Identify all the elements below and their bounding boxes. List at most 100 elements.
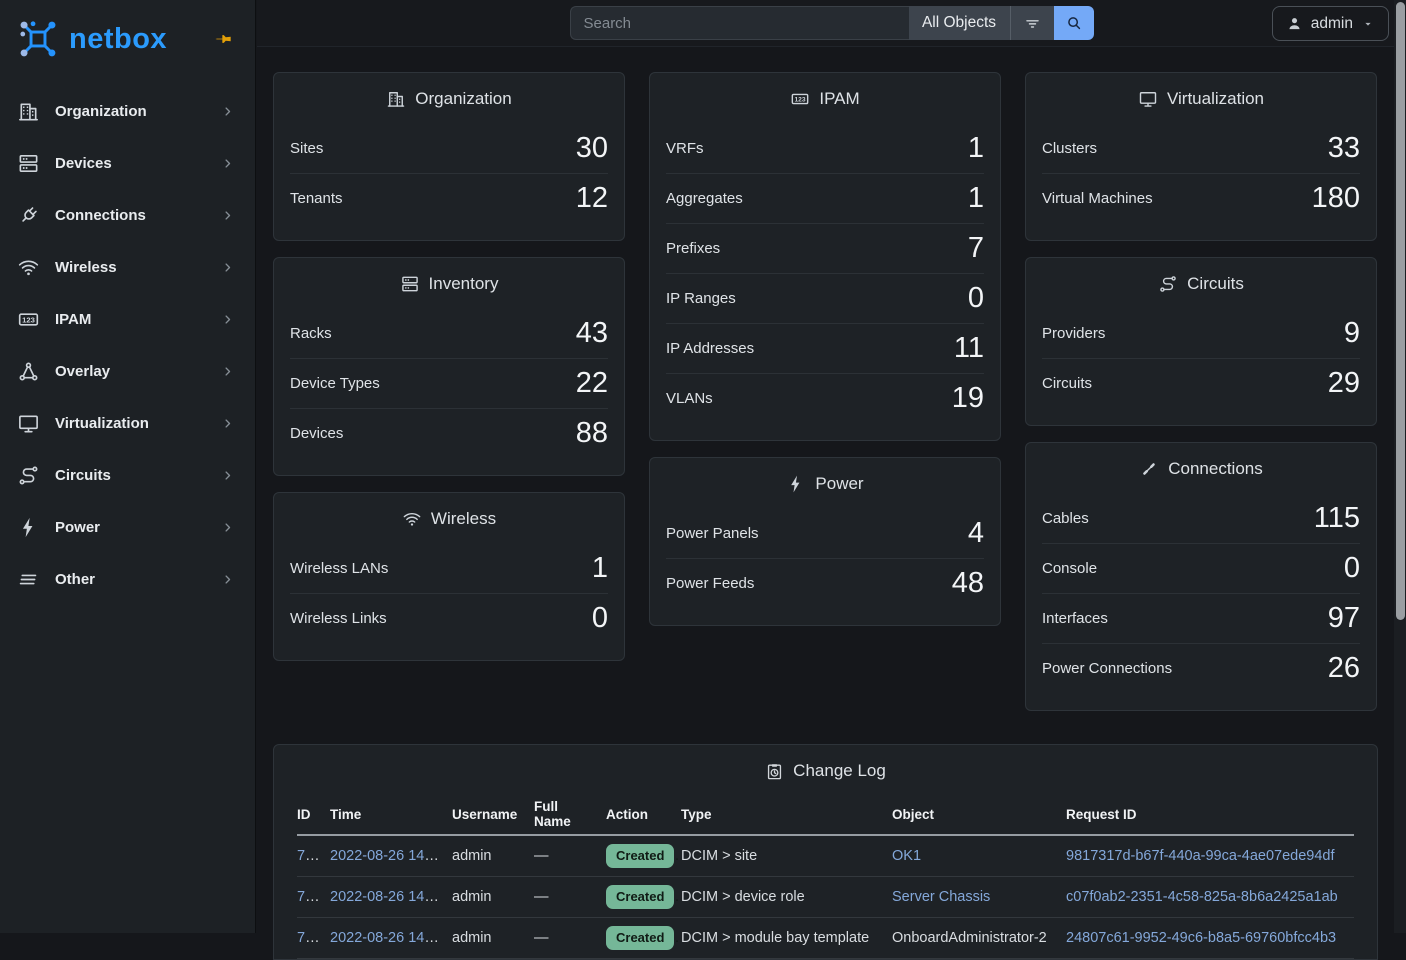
stat-value-link[interactable]: 30 [576,132,608,165]
bolt-icon [17,516,40,539]
scrollbar-track[interactable] [1394,0,1406,933]
card-title: Wireless [274,493,624,544]
filter-icon [1023,14,1042,33]
changelog-object-link[interactable]: OK1 [892,848,921,864]
table-cell: admin [452,835,534,877]
changelog-time-link[interactable]: 2022-08-26 14:22 [330,848,445,864]
stat-row-power-connections: Power Connections26 [1042,643,1360,693]
sidebar-item-virtualization[interactable]: Virtualization [0,397,255,449]
sidebar-item-organization[interactable]: Organization [0,85,255,137]
stat-label: Power Panels [666,525,759,542]
changelog-row: 7532022-08-26 14:15admin—CreatedDCIM > m… [297,918,1354,959]
stat-value-link[interactable]: 180 [1312,182,1360,215]
stat-value-link[interactable]: 7 [968,232,984,265]
stat-value-link[interactable]: 0 [1344,552,1360,585]
stat-value-link[interactable]: 0 [968,282,984,315]
stat-label: Cables [1042,510,1089,527]
stat-value-link[interactable]: 11 [954,332,984,365]
sidebar-nav: Organization DevicesConnectionsWireless12… [0,75,255,605]
table-cell: 753 [297,918,330,959]
caret-down-icon [1361,17,1375,31]
stat-value-link[interactable]: 12 [576,182,608,215]
sidebar-item-devices[interactable]: Devices [0,137,255,189]
table-cell: 2022-08-26 14:22 [330,835,452,877]
stat-value-link[interactable]: 4 [968,517,984,550]
changelog-id-link[interactable]: 754 [297,889,321,905]
changelog-id-link[interactable]: 755 [297,848,321,864]
dashboard-column: VirtualizationClusters33Virtual Machines… [1025,72,1377,711]
cable-icon [1139,459,1159,479]
changelog-object-link[interactable]: Server Chassis [892,889,990,905]
sidebar-item-overlay[interactable]: Overlay [0,345,255,397]
card-inventory: InventoryRacks43Device Types22Devices88 [273,257,625,476]
stat-value-link[interactable]: 26 [1328,652,1360,685]
table-cell: admin [452,918,534,959]
table-cell: OnboardAdministrator-2 [892,918,1066,959]
stat-row-racks: Racks43 [290,309,608,358]
changelog-request-link[interactable]: c07f0ab2-2351-4c58-825a-8b6a2425a1ab [1066,889,1338,905]
stat-value-link[interactable]: 33 [1328,132,1360,165]
table-cell: Created [606,918,681,959]
sidebar-item-connections[interactable]: Connections [0,189,255,241]
sidebar-item-label: Virtualization [55,415,149,432]
card-body: Racks43Device Types22Devices88 [274,309,624,475]
netbox-logo[interactable]: netbox [0,0,255,75]
stat-value-link[interactable]: 1 [592,552,608,585]
building-icon [386,89,406,109]
scrollbar-thumb[interactable] [1396,2,1405,620]
stat-value-link[interactable]: 1 [968,182,984,215]
stat-value-link[interactable]: 19 [952,382,984,415]
stat-value-link[interactable]: 29 [1328,367,1360,400]
card-title-text: Connections [1168,456,1263,482]
sidebar-item-label: Overlay [55,363,110,380]
search-input[interactable] [570,6,909,40]
sidebar-item-other[interactable]: Other [0,553,255,605]
stat-row-wireless-lans: Wireless LANs1 [290,544,608,593]
pin-icon[interactable] [213,29,233,49]
stat-value-link[interactable]: 48 [952,567,984,600]
user-menu-button[interactable]: admin [1272,6,1389,41]
sidebar-item-ipam[interactable]: 123IPAM [0,293,255,345]
wifi-icon [17,256,40,279]
changelog-row: 7542022-08-26 14:17admin—CreatedDCIM > d… [297,877,1354,918]
lines-icon [17,568,40,591]
sidebar-item-label: Organization [55,103,147,120]
sidebar-item-wireless[interactable]: Wireless [0,241,255,293]
stat-value-link[interactable]: 115 [1314,502,1360,535]
stat-value-link[interactable]: 88 [576,417,608,450]
stat-value-link[interactable]: 97 [1328,602,1360,635]
stat-value-link[interactable]: 9 [1344,317,1360,350]
card-wireless: WirelessWireless LANs1Wireless Links0 [273,492,625,661]
sidebar-item-label: Other [55,571,95,588]
building-icon [17,100,40,123]
changelog-request-link[interactable]: 24807c61-9952-49c6-b8a5-69760bfcc4b3 [1066,930,1336,946]
column-header-object: Object [892,796,1066,835]
column-header-id: ID [297,796,330,835]
column-header-time: Time [330,796,452,835]
stat-label: IP Addresses [666,340,754,357]
card-organization: OrganizationSites30Tenants12 [273,72,625,241]
stat-value-link[interactable]: 43 [576,317,608,350]
changelog-id-link[interactable]: 753 [297,930,321,946]
changelog-time-link[interactable]: 2022-08-26 14:17 [330,889,445,905]
changelog-time-link[interactable]: 2022-08-26 14:15 [330,930,445,946]
sidebar-item-circuits[interactable]: Circuits [0,449,255,501]
changelog-request-link[interactable]: 9817317d-b67f-440a-99ca-4ae07ede94df [1066,848,1334,864]
stat-row-ip-addresses: IP Addresses 11 [666,323,984,373]
chevron-right-icon [220,416,235,431]
card-power: PowerPower Panels4Power Feeds48 [649,457,1001,626]
search-scope-button[interactable]: All Objects [909,6,1010,40]
card-title-text: Circuits [1187,271,1244,297]
stat-value-link[interactable]: 0 [592,602,608,635]
stat-row-clusters: Clusters33 [1042,124,1360,173]
monitor-icon [17,412,40,435]
sidebar-item-label: Circuits [55,467,111,484]
search-filter-button[interactable] [1010,6,1054,40]
stat-value-link[interactable]: 1 [968,132,984,165]
card-body: Sites30Tenants12 [274,124,624,240]
stat-value-link[interactable]: 22 [576,367,608,400]
search-submit-button[interactable] [1054,6,1094,40]
sidebar-item-power[interactable]: Power [0,501,255,553]
stat-row-aggregates: Aggregates1 [666,173,984,223]
stat-label: Console [1042,560,1097,577]
